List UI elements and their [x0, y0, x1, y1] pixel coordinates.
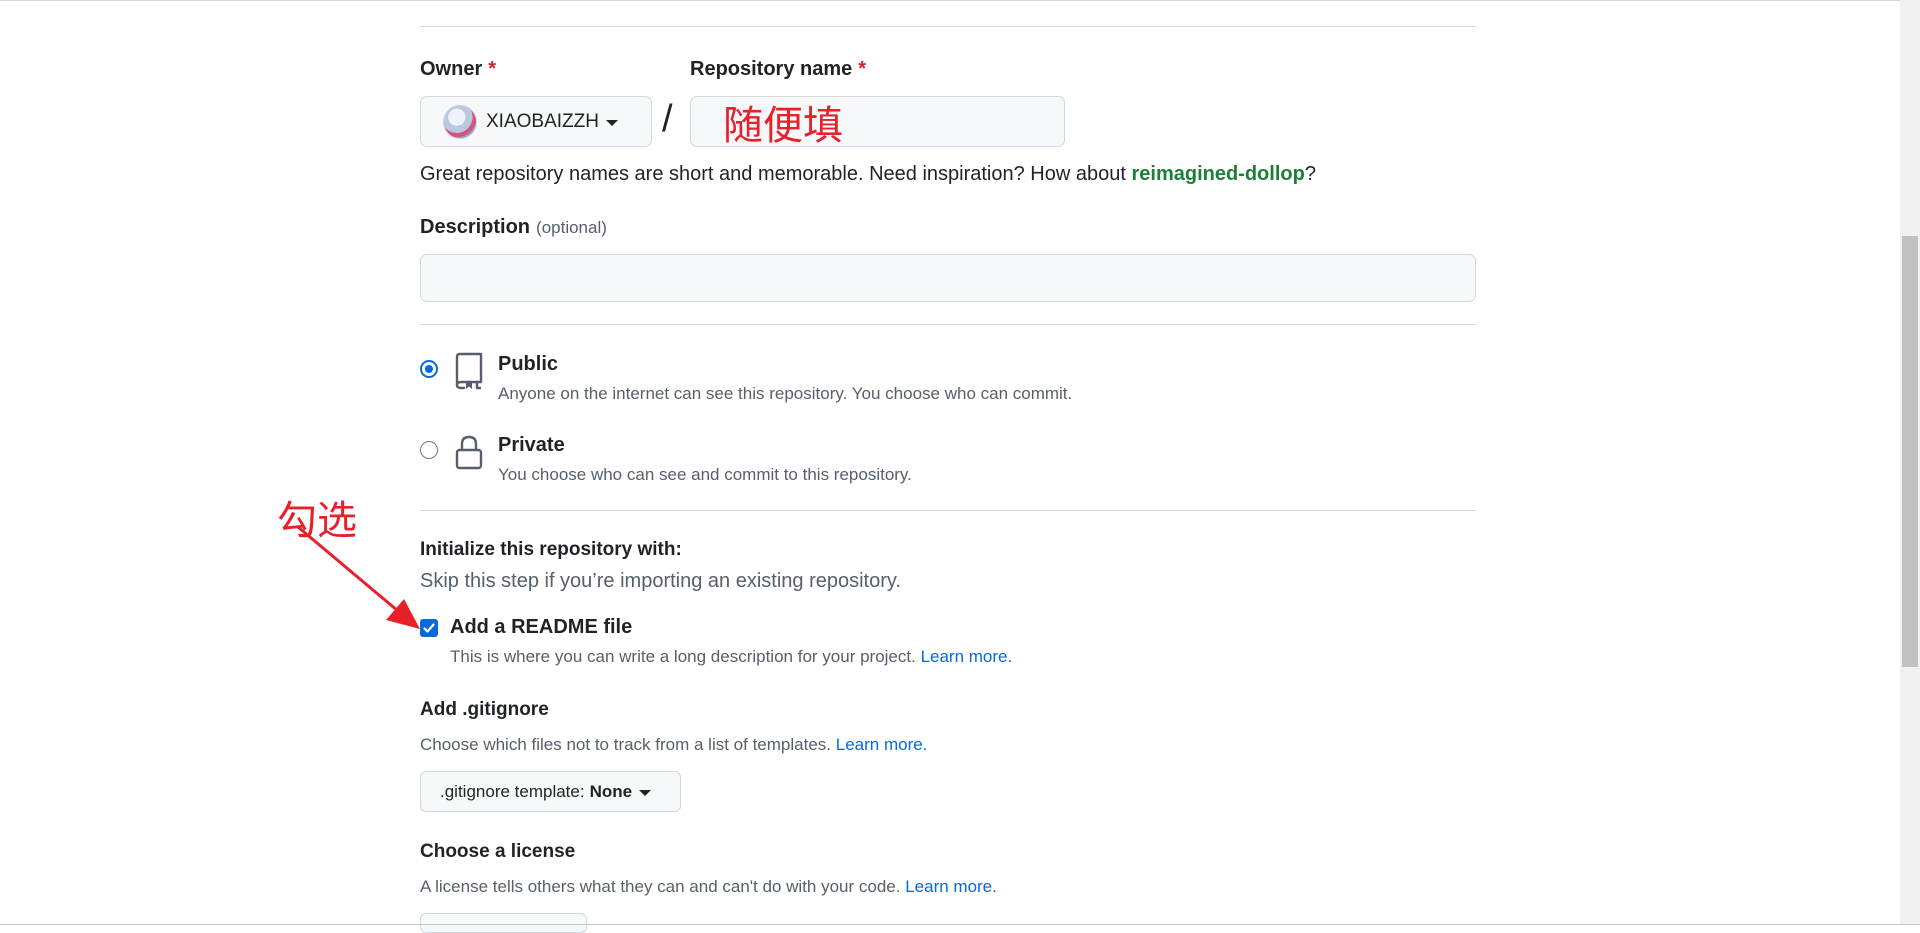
- description-label-text: Description: [420, 216, 531, 238]
- suggested-name-link[interactable]: reimagined-dollop: [1131, 163, 1304, 185]
- private-radio[interactable]: [420, 441, 438, 459]
- description-label: Description (optional): [420, 216, 607, 239]
- public-radio[interactable]: [420, 360, 438, 378]
- readme-learn-more-link[interactable]: Learn more.: [921, 647, 1013, 666]
- readme-description-text: This is where you can write a long descr…: [450, 647, 916, 666]
- caret-down-icon: [639, 789, 652, 796]
- repo-name-label: Repository name *: [690, 58, 866, 81]
- public-description: Anyone on the internet can see this repo…: [498, 384, 1073, 403]
- public-title: Public: [498, 353, 559, 375]
- readme-label: Add a README file: [450, 616, 633, 638]
- license-description: A license tells others what they can and…: [420, 877, 997, 897]
- owner-label: Owner *: [420, 58, 496, 81]
- owner-repo-separator: /: [662, 98, 673, 140]
- license-heading: Choose a license: [420, 841, 576, 862]
- required-asterisk: *: [858, 58, 867, 80]
- annotation-arrow-icon: [296, 525, 420, 629]
- readme-description: This is where you can write a long descr…: [450, 647, 1012, 667]
- hint-suffix: ?: [1304, 163, 1316, 185]
- init-subheading: Skip this step if you’re importing an ex…: [420, 570, 901, 592]
- owner-dropdown[interactable]: XIAOBAIZZH: [420, 96, 652, 147]
- section-divider: [420, 26, 1476, 27]
- owner-name: XIAOBAIZZH: [486, 110, 599, 132]
- gitignore-description: Choose which files not to track from a l…: [420, 735, 927, 755]
- repo-name-input[interactable]: [690, 96, 1065, 147]
- license-select[interactable]: [420, 913, 587, 933]
- lock-icon: [455, 435, 483, 470]
- top-divider: [0, 0, 1900, 1]
- license-description-text: A license tells others what they can and…: [420, 877, 901, 896]
- repo-icon: [455, 352, 483, 390]
- gitignore-select-value: None: [589, 781, 633, 801]
- gitignore-heading: Add .gitignore: [420, 699, 549, 720]
- private-title: Private: [498, 434, 565, 456]
- description-input[interactable]: [420, 254, 1476, 302]
- gitignore-learn-more-link[interactable]: Learn more.: [836, 735, 928, 754]
- vertical-scrollbar[interactable]: [1900, 0, 1920, 925]
- caret-down-icon: [605, 119, 618, 126]
- owner-label-text: Owner: [420, 58, 483, 80]
- section-divider: [420, 510, 1476, 511]
- scrollbar-thumb[interactable]: [1902, 236, 1918, 667]
- optional-tag: (optional): [536, 218, 607, 237]
- avatar: [443, 104, 477, 139]
- license-learn-more-link[interactable]: Learn more.: [905, 877, 997, 896]
- private-description: You choose who can see and commit to thi…: [498, 465, 912, 484]
- repo-name-hint: Great repository names are short and mem…: [420, 163, 1316, 186]
- init-heading: Initialize this repository with:: [420, 539, 682, 560]
- gitignore-description-text: Choose which files not to track from a l…: [420, 735, 832, 754]
- repo-name-label-text: Repository name: [690, 58, 853, 80]
- gitignore-select-prefix: .gitignore template:: [440, 781, 585, 801]
- section-divider: [420, 324, 1476, 325]
- required-asterisk: *: [488, 58, 497, 80]
- gitignore-template-select[interactable]: .gitignore template: None: [420, 771, 681, 812]
- hint-text: Great repository names are short and mem…: [420, 163, 1132, 185]
